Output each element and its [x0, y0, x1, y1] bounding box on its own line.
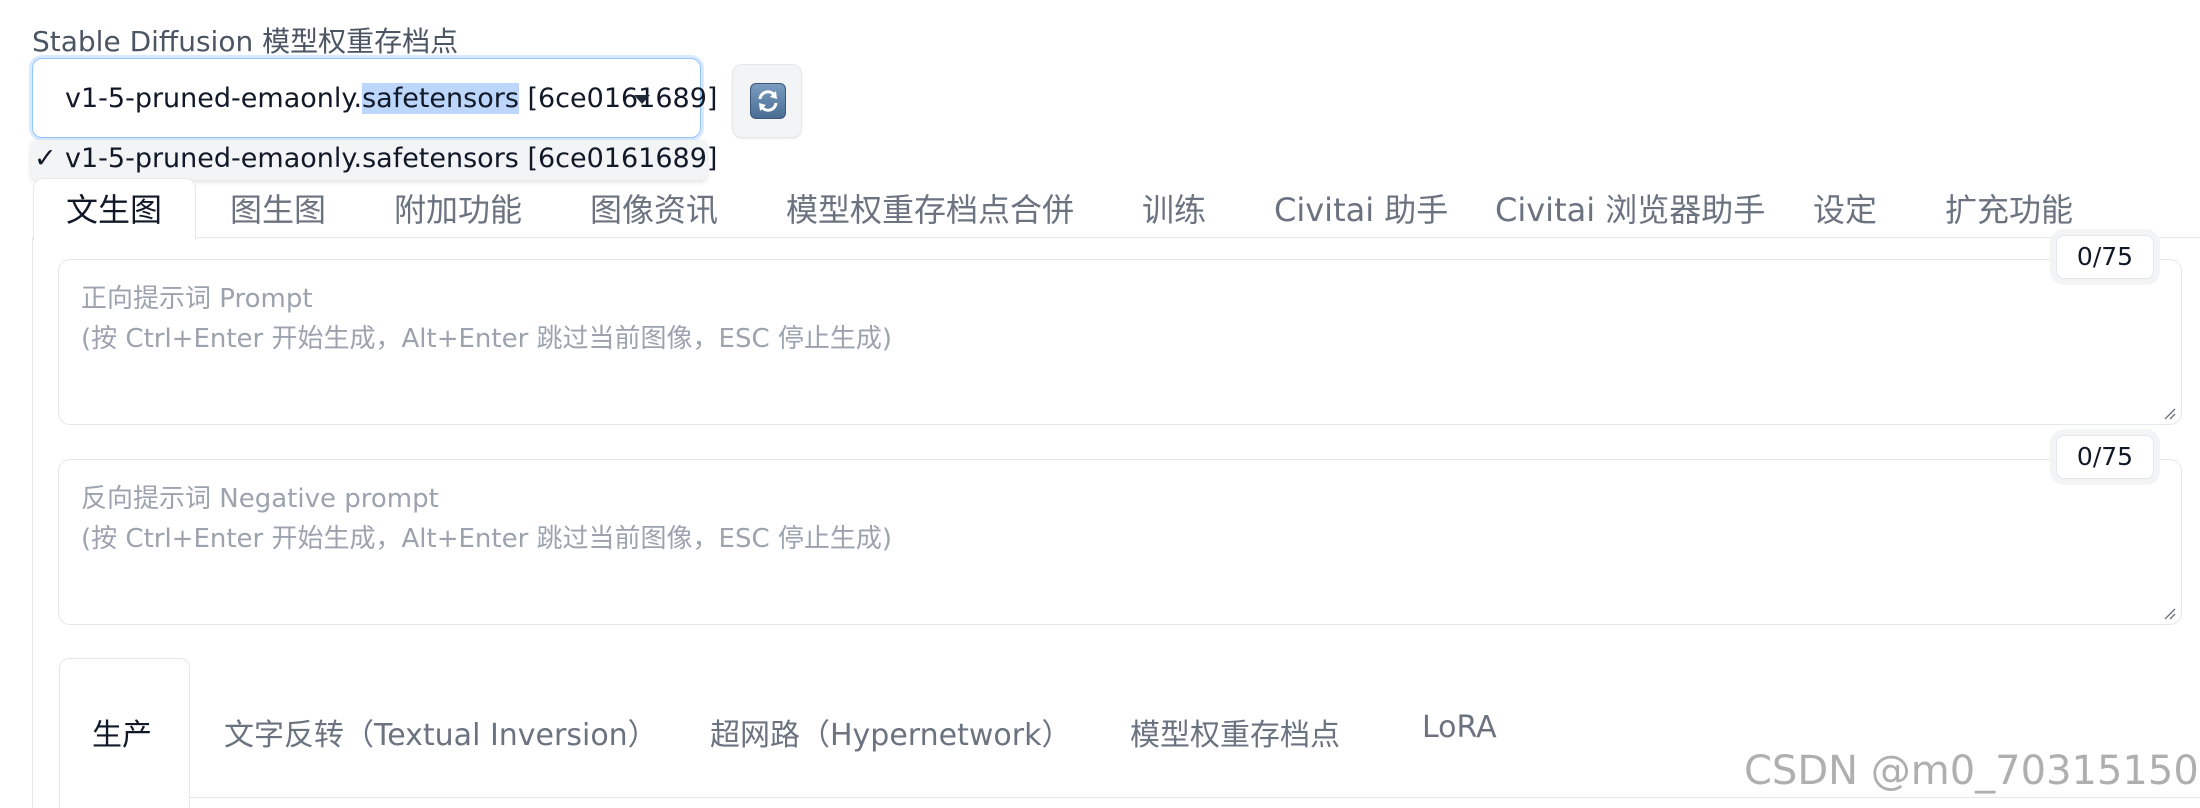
tab-png-info[interactable]: 图像资讯 [590, 185, 718, 231]
tab-img2img[interactable]: 图生图 [230, 185, 326, 231]
refresh-icon[interactable] [750, 83, 786, 119]
resize-handle-icon[interactable] [2164, 408, 2176, 420]
negative-prompt-placeholder-line-1: 反向提示词 Negative prompt [81, 484, 439, 514]
subtab-lora[interactable]: LoRA [1422, 710, 1497, 745]
checkpoint-value-prefix: v1-5-pruned-emaonly. [65, 83, 363, 114]
prompt-token-counter: 0/75 [2056, 235, 2154, 279]
check-icon: ✓ [34, 143, 57, 174]
subtab-divider [190, 797, 2200, 798]
checkpoint-label: Stable Diffusion 模型权重存档点 [32, 25, 459, 58]
tab-civitai-helper[interactable]: Civitai 助手 [1274, 185, 1448, 231]
checkpoint-value-selected-text: safetensors [362, 83, 519, 114]
resize-handle-icon[interactable] [2164, 608, 2176, 620]
checkpoint-value-suffix: [6ce0161689] [518, 83, 718, 114]
subtab-checkpoints[interactable]: 模型权重存档点 [1130, 710, 1340, 754]
negative-prompt-placeholder-line-2: (按 Ctrl+Enter 开始生成，Alt+Enter 跳过当前图像，ESC … [81, 524, 893, 554]
watermark: CSDN @m0_70315150 [1744, 748, 2199, 794]
tab-extensions[interactable]: 扩充功能 [1945, 185, 2073, 231]
subtab-textual-inversion[interactable]: 文字反转（Textual Inversion） [224, 710, 658, 754]
tab-extras[interactable]: 附加功能 [394, 185, 522, 231]
tab-checkpoint-merger[interactable]: 模型权重存档点合併 [786, 185, 1074, 231]
checkpoint-option-label[interactable]: v1-5-pruned-emaonly.safetensors [6ce0161… [65, 143, 717, 174]
tab-settings[interactable]: 设定 [1813, 185, 1877, 231]
negative-prompt-token-counter: 0/75 [2056, 435, 2154, 479]
tab-train[interactable]: 训练 [1142, 185, 1206, 231]
prompt-placeholder-line-2: (按 Ctrl+Enter 开始生成，Alt+Enter 跳过当前图像，ESC … [81, 324, 893, 354]
prompt-placeholder-line-1: 正向提示词 Prompt [81, 284, 313, 314]
tab-txt2img[interactable]: 文生图 [66, 185, 162, 231]
subtab-hypernetwork[interactable]: 超网路（Hypernetwork） [710, 710, 1071, 754]
checkpoint-value[interactable]: v1-5-pruned-emaonly.safetensors [6ce0161… [65, 83, 717, 114]
chevron-down-icon[interactable] [634, 95, 650, 104]
subtab-generation[interactable]: 生产 [92, 710, 152, 754]
tab-civitai-browser[interactable]: Civitai 浏览器助手 [1495, 185, 1765, 231]
